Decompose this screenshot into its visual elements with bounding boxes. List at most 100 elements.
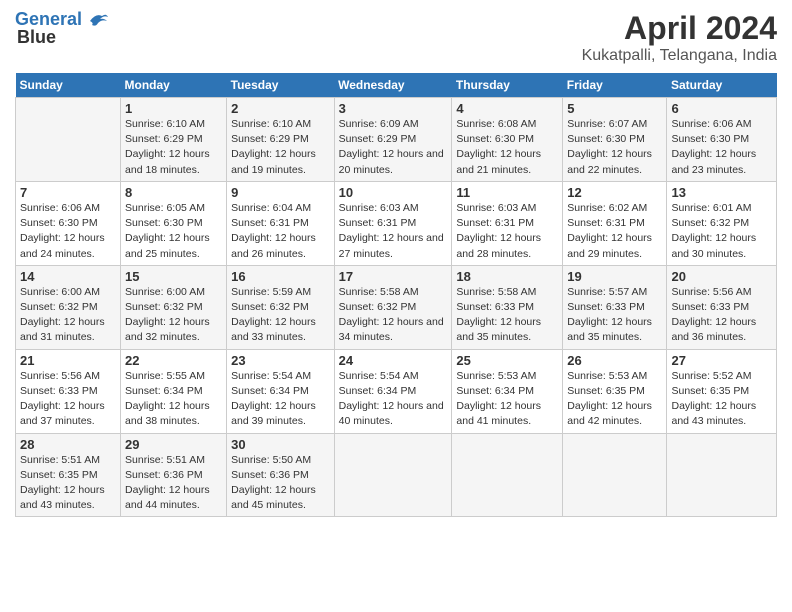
day-number: 15 — [125, 269, 222, 284]
calendar-cell: 4Sunrise: 6:08 AMSunset: 6:30 PMDaylight… — [452, 98, 563, 182]
cell-content: Sunrise: 6:05 AMSunset: 6:30 PMDaylight:… — [125, 201, 222, 262]
cell-content: Sunrise: 6:09 AMSunset: 6:29 PMDaylight:… — [339, 117, 448, 178]
cell-content: Sunrise: 6:02 AMSunset: 6:31 PMDaylight:… — [567, 201, 662, 262]
calendar-cell: 29Sunrise: 5:51 AMSunset: 6:36 PMDayligh… — [121, 433, 227, 517]
week-row-5: 28Sunrise: 5:51 AMSunset: 6:35 PMDayligh… — [16, 433, 777, 517]
calendar-cell: 27Sunrise: 5:52 AMSunset: 6:35 PMDayligh… — [667, 349, 777, 433]
day-number: 5 — [567, 101, 662, 116]
day-number: 18 — [456, 269, 558, 284]
day-number: 13 — [671, 185, 772, 200]
cell-content: Sunrise: 6:06 AMSunset: 6:30 PMDaylight:… — [671, 117, 772, 178]
day-number: 8 — [125, 185, 222, 200]
cell-content: Sunrise: 6:04 AMSunset: 6:31 PMDaylight:… — [231, 201, 329, 262]
cell-content: Sunrise: 5:54 AMSunset: 6:34 PMDaylight:… — [231, 369, 329, 430]
cell-content: Sunrise: 6:00 AMSunset: 6:32 PMDaylight:… — [20, 285, 116, 346]
calendar-cell: 11Sunrise: 6:03 AMSunset: 6:31 PMDayligh… — [452, 181, 563, 265]
calendar-cell: 13Sunrise: 6:01 AMSunset: 6:32 PMDayligh… — [667, 181, 777, 265]
calendar-cell: 5Sunrise: 6:07 AMSunset: 6:30 PMDaylight… — [563, 98, 667, 182]
calendar-cell: 15Sunrise: 6:00 AMSunset: 6:32 PMDayligh… — [121, 265, 227, 349]
day-number: 6 — [671, 101, 772, 116]
day-number: 26 — [567, 353, 662, 368]
day-number: 14 — [20, 269, 116, 284]
day-number: 24 — [339, 353, 448, 368]
calendar-cell: 30Sunrise: 5:50 AMSunset: 6:36 PMDayligh… — [227, 433, 334, 517]
day-number: 1 — [125, 101, 222, 116]
calendar-cell: 26Sunrise: 5:53 AMSunset: 6:35 PMDayligh… — [563, 349, 667, 433]
cell-content: Sunrise: 6:07 AMSunset: 6:30 PMDaylight:… — [567, 117, 662, 178]
calendar-cell: 1Sunrise: 6:10 AMSunset: 6:29 PMDaylight… — [121, 98, 227, 182]
cell-content: Sunrise: 5:56 AMSunset: 6:33 PMDaylight:… — [671, 285, 772, 346]
day-number: 2 — [231, 101, 329, 116]
day-number: 25 — [456, 353, 558, 368]
calendar-cell: 9Sunrise: 6:04 AMSunset: 6:31 PMDaylight… — [227, 181, 334, 265]
calendar-cell: 21Sunrise: 5:56 AMSunset: 6:33 PMDayligh… — [16, 349, 121, 433]
calendar-cell: 25Sunrise: 5:53 AMSunset: 6:34 PMDayligh… — [452, 349, 563, 433]
header: General Blue April 2024 Kukatpalli, Tela… — [15, 10, 777, 65]
day-number: 28 — [20, 437, 116, 452]
day-number: 12 — [567, 185, 662, 200]
cell-content: Sunrise: 6:10 AMSunset: 6:29 PMDaylight:… — [231, 117, 329, 178]
week-row-2: 7Sunrise: 6:06 AMSunset: 6:30 PMDaylight… — [16, 181, 777, 265]
cell-content: Sunrise: 6:03 AMSunset: 6:31 PMDaylight:… — [456, 201, 558, 262]
cell-content: Sunrise: 6:01 AMSunset: 6:32 PMDaylight:… — [671, 201, 772, 262]
cell-content: Sunrise: 5:50 AMSunset: 6:36 PMDaylight:… — [231, 453, 329, 514]
header-cell-tuesday: Tuesday — [227, 73, 334, 98]
day-number: 9 — [231, 185, 329, 200]
day-number: 3 — [339, 101, 448, 116]
calendar-cell: 19Sunrise: 5:57 AMSunset: 6:33 PMDayligh… — [563, 265, 667, 349]
header-row: SundayMondayTuesdayWednesdayThursdayFrid… — [16, 73, 777, 98]
day-number: 30 — [231, 437, 329, 452]
calendar-cell: 24Sunrise: 5:54 AMSunset: 6:34 PMDayligh… — [334, 349, 452, 433]
calendar-cell: 18Sunrise: 5:58 AMSunset: 6:33 PMDayligh… — [452, 265, 563, 349]
cell-content: Sunrise: 5:56 AMSunset: 6:33 PMDaylight:… — [20, 369, 116, 430]
cell-content: Sunrise: 6:03 AMSunset: 6:31 PMDaylight:… — [339, 201, 448, 262]
calendar-cell: 10Sunrise: 6:03 AMSunset: 6:31 PMDayligh… — [334, 181, 452, 265]
calendar-cell — [16, 98, 121, 182]
cell-content: Sunrise: 5:52 AMSunset: 6:35 PMDaylight:… — [671, 369, 772, 430]
calendar-cell — [334, 433, 452, 517]
header-cell-saturday: Saturday — [667, 73, 777, 98]
calendar-cell: 28Sunrise: 5:51 AMSunset: 6:35 PMDayligh… — [16, 433, 121, 517]
calendar-cell: 12Sunrise: 6:02 AMSunset: 6:31 PMDayligh… — [563, 181, 667, 265]
header-cell-monday: Monday — [121, 73, 227, 98]
calendar-cell: 7Sunrise: 6:06 AMSunset: 6:30 PMDaylight… — [16, 181, 121, 265]
cell-content: Sunrise: 5:55 AMSunset: 6:34 PMDaylight:… — [125, 369, 222, 430]
day-number: 22 — [125, 353, 222, 368]
calendar-table: SundayMondayTuesdayWednesdayThursdayFrid… — [15, 73, 777, 517]
calendar-cell: 22Sunrise: 5:55 AMSunset: 6:34 PMDayligh… — [121, 349, 227, 433]
header-cell-wednesday: Wednesday — [334, 73, 452, 98]
page-subtitle: Kukatpalli, Telangana, India — [582, 47, 777, 65]
cell-content: Sunrise: 5:58 AMSunset: 6:33 PMDaylight:… — [456, 285, 558, 346]
cell-content: Sunrise: 5:57 AMSunset: 6:33 PMDaylight:… — [567, 285, 662, 346]
day-number: 21 — [20, 353, 116, 368]
cell-content: Sunrise: 5:51 AMSunset: 6:35 PMDaylight:… — [20, 453, 116, 514]
cell-content: Sunrise: 5:53 AMSunset: 6:34 PMDaylight:… — [456, 369, 558, 430]
cell-content: Sunrise: 5:54 AMSunset: 6:34 PMDaylight:… — [339, 369, 448, 430]
calendar-cell: 23Sunrise: 5:54 AMSunset: 6:34 PMDayligh… — [227, 349, 334, 433]
calendar-cell: 14Sunrise: 6:00 AMSunset: 6:32 PMDayligh… — [16, 265, 121, 349]
week-row-1: 1Sunrise: 6:10 AMSunset: 6:29 PMDaylight… — [16, 98, 777, 182]
page-title: April 2024 — [582, 10, 777, 47]
logo-bird-icon — [88, 11, 110, 29]
calendar-cell: 2Sunrise: 6:10 AMSunset: 6:29 PMDaylight… — [227, 98, 334, 182]
day-number: 4 — [456, 101, 558, 116]
cell-content: Sunrise: 6:08 AMSunset: 6:30 PMDaylight:… — [456, 117, 558, 178]
day-number: 20 — [671, 269, 772, 284]
calendar-cell: 6Sunrise: 6:06 AMSunset: 6:30 PMDaylight… — [667, 98, 777, 182]
day-number: 16 — [231, 269, 329, 284]
calendar-cell: 3Sunrise: 6:09 AMSunset: 6:29 PMDaylight… — [334, 98, 452, 182]
cell-content: Sunrise: 5:58 AMSunset: 6:32 PMDaylight:… — [339, 285, 448, 346]
day-number: 27 — [671, 353, 772, 368]
cell-content: Sunrise: 6:00 AMSunset: 6:32 PMDaylight:… — [125, 285, 222, 346]
day-number: 29 — [125, 437, 222, 452]
calendar-cell: 20Sunrise: 5:56 AMSunset: 6:33 PMDayligh… — [667, 265, 777, 349]
cell-content: Sunrise: 5:59 AMSunset: 6:32 PMDaylight:… — [231, 285, 329, 346]
header-cell-friday: Friday — [563, 73, 667, 98]
day-number: 10 — [339, 185, 448, 200]
calendar-cell: 17Sunrise: 5:58 AMSunset: 6:32 PMDayligh… — [334, 265, 452, 349]
day-number: 11 — [456, 185, 558, 200]
day-number: 7 — [20, 185, 116, 200]
calendar-cell — [667, 433, 777, 517]
header-cell-thursday: Thursday — [452, 73, 563, 98]
cell-content: Sunrise: 6:10 AMSunset: 6:29 PMDaylight:… — [125, 117, 222, 178]
